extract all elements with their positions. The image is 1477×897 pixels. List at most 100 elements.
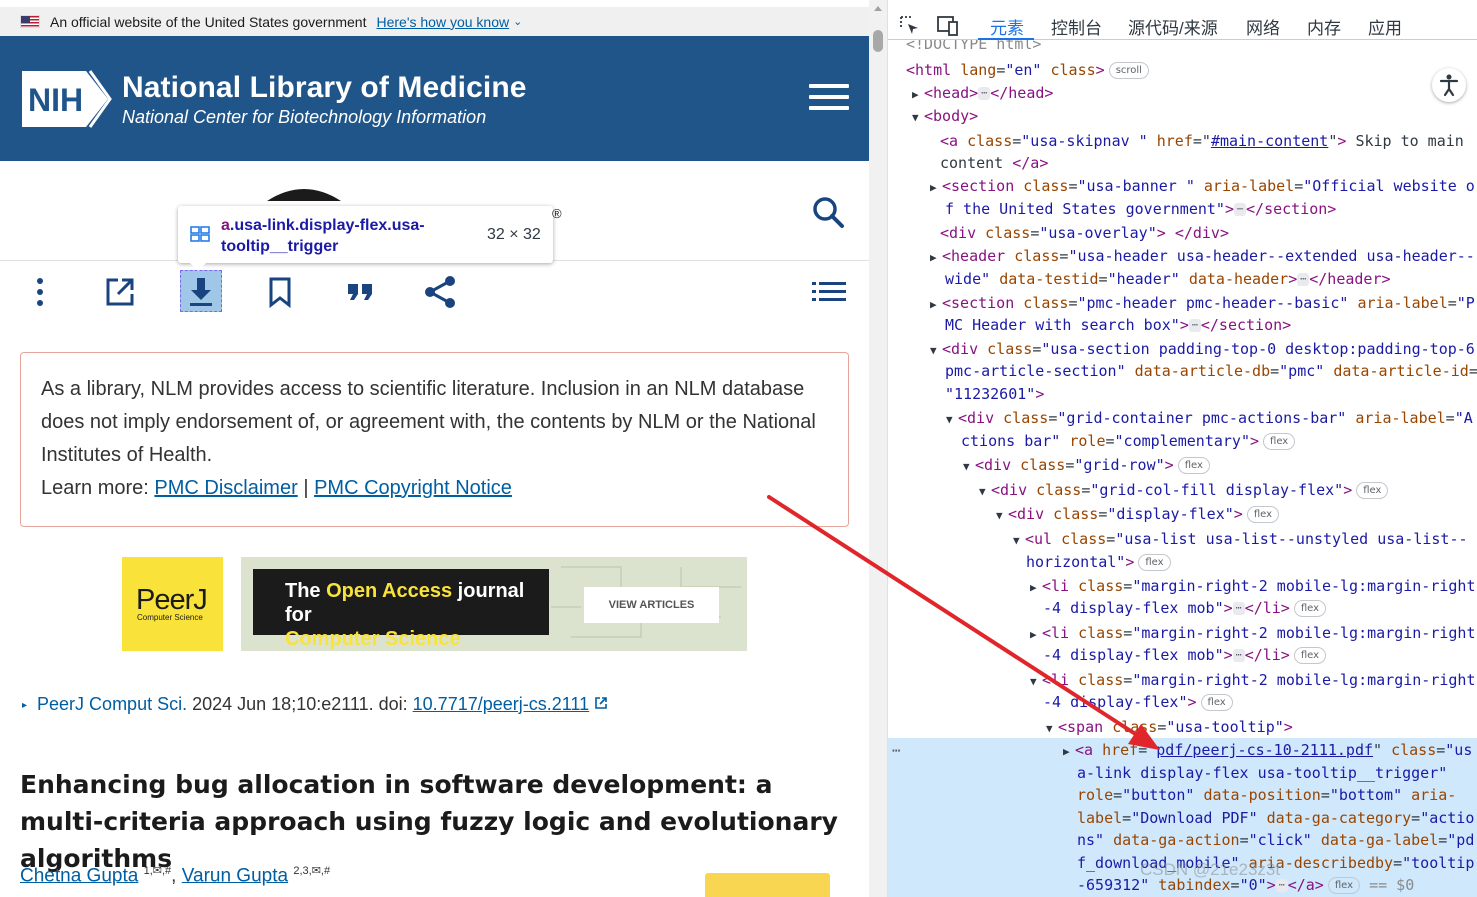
devtools-panel: 元素 控制台 源代码/来源 网络 内存 应用 ⋯ <!DOCTYPE html>… xyxy=(888,0,1477,897)
peerj-ad-banner[interactable]: The Open Access journal for Computer Sci… xyxy=(241,557,747,651)
scrollbar-thumb[interactable] xyxy=(873,30,883,52)
pmc-logo-icon[interactable] xyxy=(265,181,343,203)
node-options-icon[interactable]: ⋯ xyxy=(892,740,900,763)
dom-line[interactable]: <a class="usa-skipnav " href="#main-cont… xyxy=(940,130,1464,153)
open-external-icon[interactable] xyxy=(100,272,140,312)
citation-details: 2024 Jun 18;10:e2111. doi: xyxy=(192,694,408,714)
selected-dom-line[interactable]: ▶ <a href="pdf/peerj-cs-10-2111.pdf" clas… xyxy=(1063,739,1472,764)
author-link[interactable]: Varun Gupta xyxy=(182,865,288,886)
tab-console[interactable]: 控制台 xyxy=(1051,14,1102,40)
gov-banner-text: An official website of the United States… xyxy=(50,13,367,30)
scroll-up-icon[interactable] xyxy=(874,6,882,11)
author-affiliation: 1,✉,# xyxy=(143,865,172,877)
heres-how-you-know-link[interactable]: Here's how you know xyxy=(376,14,509,30)
selected-dom-line[interactable]: a-link display-flex usa-tooltip__trigger… xyxy=(1077,762,1447,785)
learn-more-label: Learn more: xyxy=(41,477,149,499)
scroll-badge[interactable]: scroll xyxy=(1108,62,1149,79)
dom-line[interactable]: ▼ <ul class="usa-list usa-list--unstyled … xyxy=(1013,528,1468,553)
dom-line[interactable]: "11232601"> xyxy=(945,383,1044,406)
tooltip-element-name: a.usa-link.display-flex.usa-tooltip__tri… xyxy=(221,217,425,255)
search-icon[interactable] xyxy=(810,194,846,230)
gov-banner: An official website of the United States… xyxy=(0,7,869,36)
dom-line[interactable]: ▶ <li class="margin-right-2 mobile-lg:mar… xyxy=(1030,622,1475,647)
dom-line[interactable]: ▶ <li class="margin-right-2 mobile-lg:mar… xyxy=(1030,575,1475,600)
external-link-icon xyxy=(595,697,607,709)
dom-line[interactable]: wide" data-testid="header" data-header> ⋯… xyxy=(945,268,1391,291)
dom-line[interactable]: ▶ <section class="usa-banner " aria-label… xyxy=(930,175,1475,200)
author-list: Chetna Gupta 1,✉,#, Varun Gupta 2,3,✉,# xyxy=(20,865,331,887)
author-affiliation: 2,3,✉,# xyxy=(293,865,331,877)
tooltip-element-size: 32 × 32 xyxy=(487,226,541,243)
dom-line[interactable]: ▼ <li class="margin-right-2 mobile-lg:mar… xyxy=(1030,669,1475,694)
ad-headline: The Open Access journal for Computer Sci… xyxy=(253,569,549,650)
expand-arrow-icon: ▶ xyxy=(912,88,919,101)
tab-memory[interactable]: 内存 xyxy=(1307,14,1341,40)
dom-line[interactable]: ▶ <head> ⋯ </head> xyxy=(912,82,1053,107)
more-options-icon[interactable] xyxy=(20,272,60,312)
device-toolbar-icon[interactable] xyxy=(936,14,960,38)
dom-line[interactable]: content </a> xyxy=(940,152,1048,175)
selected-dom-line[interactable]: ns" data-ga-action="click" data-ga-label… xyxy=(1077,829,1474,852)
journal-name[interactable]: PeerJ Comput Sci. xyxy=(37,694,187,714)
view-articles-button[interactable]: VIEW ARTICLES xyxy=(584,587,719,623)
select-element-icon[interactable] xyxy=(898,14,922,38)
dom-line[interactable]: f the United States government"> ⋯ </secti… xyxy=(945,198,1336,221)
doi-link[interactable]: 10.7717/peerj-cs.2111 xyxy=(413,694,589,714)
dom-line[interactable]: ▼ <div class="display-flex"> flex xyxy=(996,503,1280,528)
accessibility-icon xyxy=(1439,74,1459,97)
tab-elements[interactable]: 元素 xyxy=(990,14,1024,40)
pmc-copyright-link[interactable]: PMC Copyright Notice xyxy=(314,477,512,499)
tab-network[interactable]: 网络 xyxy=(1246,14,1280,40)
selected-dom-line[interactable]: label="Download PDF" data-ga-category="a… xyxy=(1077,807,1474,830)
selected-node-marker: == $0 xyxy=(1369,876,1415,894)
dom-line[interactable]: ▼ <body> xyxy=(912,105,978,130)
menu-bar xyxy=(809,84,849,88)
dom-line[interactable]: <html lang="en" class> scroll xyxy=(906,59,1149,82)
menu-bar xyxy=(809,106,849,110)
dom-line[interactable]: -4 display-flex mob"> ⋯ </li> flex xyxy=(1043,597,1327,620)
devtools-toolbar: 元素 控制台 源代码/来源 网络 内存 应用 xyxy=(888,0,1477,40)
peerj-ad-logo[interactable]: PeerJ Computer Science xyxy=(122,557,223,651)
feedback-button[interactable] xyxy=(705,873,830,897)
tab-sources[interactable]: 源代码/来源 xyxy=(1128,14,1218,40)
dom-line[interactable]: <div class="usa-overlay"> </div> xyxy=(940,222,1229,245)
pmc-disclaimer-link[interactable]: PMC Disclaimer xyxy=(154,477,297,499)
dom-line[interactable]: ▶ <header class="usa-header usa-header--e… xyxy=(930,245,1475,270)
registered-mark: ® xyxy=(552,206,562,221)
link-separator: | xyxy=(303,477,309,499)
dom-line[interactable]: ▼ <span class="usa-tooltip"> xyxy=(1046,716,1293,741)
dom-line[interactable]: MC Header with search box"> ⋯ </section> xyxy=(945,314,1291,337)
dom-line[interactable]: pmc-article-section" data-article-db="pm… xyxy=(945,360,1477,383)
dom-line[interactable]: ▼ <div class="grid-container pmc-actions-… xyxy=(946,407,1473,432)
dom-line[interactable]: -4 display-flex"> flex xyxy=(1043,691,1233,714)
site-title[interactable]: National Library of Medicine xyxy=(122,71,527,105)
peerj-brand-sub: Computer Science xyxy=(137,613,203,622)
dom-line[interactable]: ▼ <div class="usa-section padding-top-0 d… xyxy=(930,338,1475,363)
selected-dom-line[interactable]: role="button" data-position="bottom" ari… xyxy=(1077,784,1456,807)
dom-line[interactable]: -4 display-flex mob"> ⋯ </li> flex xyxy=(1043,644,1327,667)
article-title: Enhancing bug allocation in software dev… xyxy=(20,770,838,873)
expand-triangle-icon[interactable]: ▸ xyxy=(22,700,27,711)
cite-quote-icon[interactable] xyxy=(340,272,380,312)
hamburger-menu-button[interactable] xyxy=(809,84,849,114)
dom-line[interactable]: <!DOCTYPE html> xyxy=(906,40,1041,56)
accessibility-tree-button[interactable] xyxy=(1432,68,1466,102)
notice-text: As a library, NLM provides access to sci… xyxy=(41,378,816,466)
dom-line[interactable]: horizontal"> flex xyxy=(1026,551,1171,574)
share-icon[interactable] xyxy=(420,272,460,312)
dom-line[interactable]: ▼ <div class="grid-col-fill display-flex"… xyxy=(979,479,1389,504)
page-scrollbar[interactable] xyxy=(869,0,888,897)
download-pdf-icon[interactable] xyxy=(181,272,221,312)
author-link[interactable]: Chetna Gupta xyxy=(20,865,138,886)
browser-page: An official website of the United States… xyxy=(0,0,869,897)
tab-application[interactable]: 应用 xyxy=(1368,14,1402,40)
dom-line[interactable]: ▶ <section class="pmc-header pmc-header--… xyxy=(930,292,1475,317)
bookmark-icon[interactable] xyxy=(260,272,300,312)
dom-line[interactable]: ▼ <div class="grid-row"> flex xyxy=(963,454,1210,479)
inspector-tooltip: a.usa-link.display-flex.usa-tooltip__tri… xyxy=(178,206,553,271)
page-top-gap xyxy=(0,0,869,7)
dom-line[interactable]: ctions bar" role="complementary"> flex xyxy=(961,430,1296,453)
chevron-down-icon[interactable]: ⌄ xyxy=(513,15,522,28)
table-of-contents-icon[interactable] xyxy=(809,272,849,312)
nih-logo-icon[interactable]: NIH xyxy=(20,69,112,129)
